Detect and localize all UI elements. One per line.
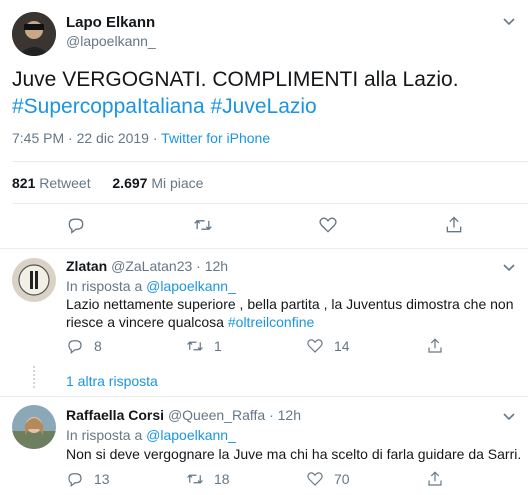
- tweet-stats: 821 Retweet 2.697 Mi piace: [12, 175, 203, 191]
- chevron-down-icon[interactable]: [502, 409, 516, 428]
- reply-author-name[interactable]: Zlatan: [66, 258, 107, 274]
- reply-text-line: riesce a vincere qualcosa: [66, 314, 224, 330]
- more-replies-link[interactable]: 1 altra risposta: [66, 373, 158, 389]
- retweet-count: 18: [214, 471, 230, 487]
- reply-time[interactable]: · 12h: [196, 258, 228, 274]
- reply-author-handle[interactable]: @ZaLatan23: [111, 258, 192, 274]
- reply-text: Non si deve vergognare la Juve ma chi ha…: [66, 446, 522, 462]
- retweet-icon: [187, 474, 203, 484]
- reply-text-line: Lazio nettamente superiore , bella parti…: [66, 296, 514, 312]
- divider: [0, 396, 528, 397]
- reply-context: In risposta a @lapoelkann_: [66, 278, 236, 294]
- author-name[interactable]: Lapo Elkann: [66, 14, 155, 31]
- reply-author-name[interactable]: Raffaella Corsi: [66, 407, 164, 423]
- avatar-image-icon: [12, 405, 56, 449]
- retweet-icon: [187, 341, 203, 351]
- reply-avatar[interactable]: [12, 405, 56, 449]
- reply-button[interactable]: 8: [66, 337, 102, 355]
- retweet-button[interactable]: 18: [186, 470, 230, 488]
- retweet-count: 1: [214, 338, 222, 354]
- like-count[interactable]: 2.697: [112, 175, 147, 191]
- retweet-button[interactable]: 1: [186, 337, 222, 355]
- reply-header: Zlatan @ZaLatan23 · 12h: [66, 258, 228, 274]
- share-icon[interactable]: [426, 337, 444, 360]
- thread-connector: [33, 366, 35, 388]
- timestamp[interactable]: 7:45 PM · 22 dic 2019 ·: [12, 130, 161, 146]
- reply-count: 8: [94, 338, 102, 354]
- share-icon[interactable]: [426, 470, 444, 493]
- like-label[interactable]: Mi piace: [151, 175, 203, 191]
- avatar-image-icon: [12, 12, 56, 56]
- chevron-down-icon[interactable]: [502, 14, 516, 28]
- divider: [12, 203, 528, 204]
- divider: [12, 161, 528, 162]
- reply-count: 13: [94, 471, 110, 487]
- reply-author-handle[interactable]: @Queen_Raffa: [168, 407, 265, 423]
- hashtag-link[interactable]: #oltreilconfine: [228, 314, 314, 330]
- reply-avatar[interactable]: [12, 258, 56, 302]
- chevron-down-icon[interactable]: [502, 260, 516, 279]
- tweet-text: Juve VERGOGNATI. COMPLIMENTI alla Lazio.…: [12, 66, 522, 120]
- reply-header: Raffaella Corsi @Queen_Raffa · 12h: [66, 407, 301, 423]
- retweet-icon[interactable]: [192, 215, 214, 240]
- share-icon[interactable]: [444, 215, 464, 240]
- avatar-image-icon: [12, 258, 56, 302]
- like-button[interactable]: 14: [306, 337, 350, 355]
- like-count: 70: [334, 471, 350, 487]
- like-count: 14: [334, 338, 350, 354]
- source-link[interactable]: Twitter for iPhone: [161, 130, 270, 146]
- like-button[interactable]: 70: [306, 470, 350, 488]
- reply-to-link[interactable]: @lapoelkann_: [146, 278, 236, 294]
- reply-context-label: In risposta a: [66, 427, 143, 443]
- reply-icon[interactable]: [66, 215, 86, 240]
- divider: [0, 248, 528, 249]
- tweet-meta: 7:45 PM · 22 dic 2019 · Twitter for iPho…: [12, 130, 270, 146]
- reply-context: In risposta a @lapoelkann_: [66, 427, 236, 443]
- author-handle[interactable]: @lapoelkann_: [66, 33, 156, 49]
- author-avatar[interactable]: [12, 12, 56, 56]
- retweet-label[interactable]: Retweet: [39, 175, 90, 191]
- reply-time[interactable]: · 12h: [269, 407, 301, 423]
- like-icon[interactable]: [318, 215, 338, 240]
- reply-icon: [68, 473, 82, 487]
- like-icon: [307, 339, 323, 353]
- hashtag-link[interactable]: #JuveLazio: [211, 95, 317, 118]
- hashtag-link[interactable]: #SupercoppaItaliana: [12, 95, 205, 118]
- tweet-text-line: Juve VERGOGNATI. COMPLIMENTI alla Lazio.: [12, 68, 459, 91]
- retweet-count[interactable]: 821: [12, 175, 35, 191]
- reply-text: Lazio nettamente superiore , bella parti…: [66, 295, 526, 331]
- reply-context-label: In risposta a: [66, 278, 143, 294]
- reply-to-link[interactable]: @lapoelkann_: [146, 427, 236, 443]
- like-icon: [307, 472, 323, 486]
- reply-button[interactable]: 13: [66, 470, 110, 488]
- reply-icon: [68, 340, 82, 354]
